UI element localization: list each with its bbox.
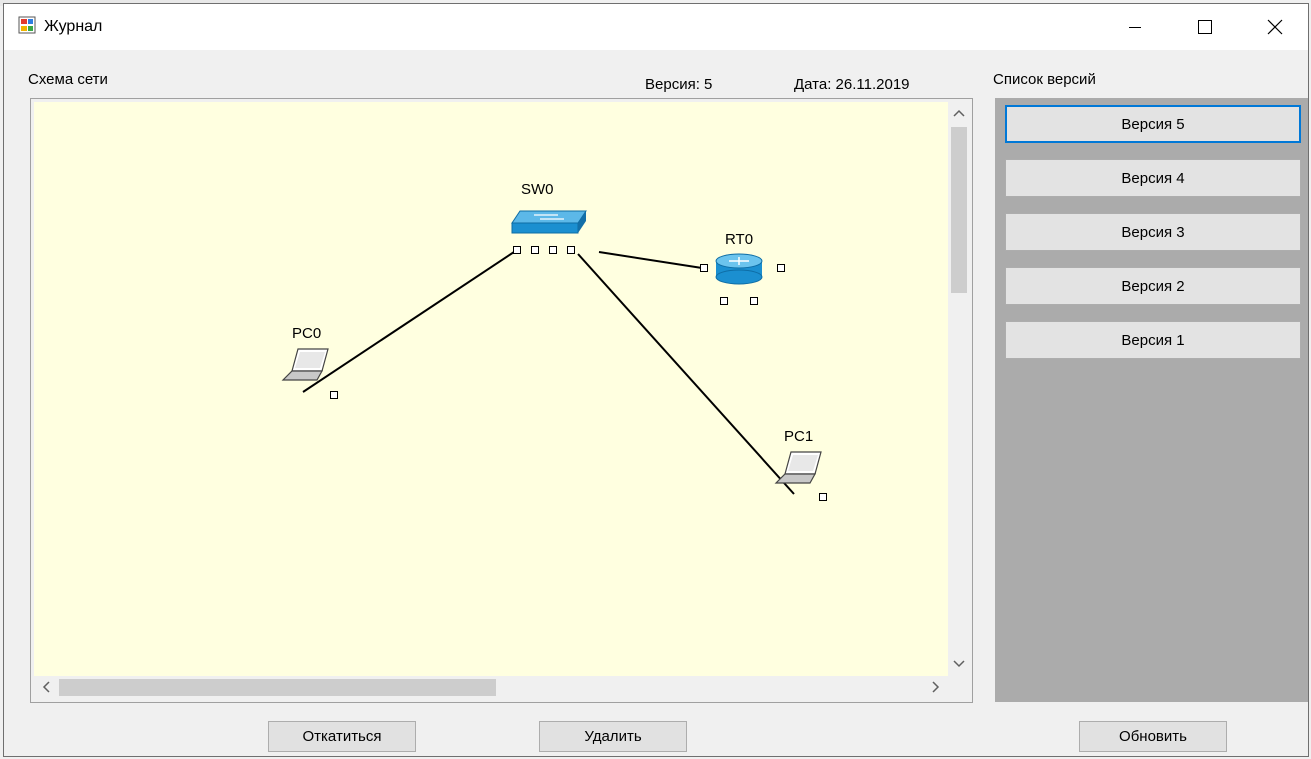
rt0-port-4[interactable] — [750, 297, 758, 305]
vertical-scroll-thumb[interactable] — [951, 127, 967, 293]
minimize-icon — [1129, 26, 1141, 28]
version-button-1[interactable]: Версия 1 — [1005, 321, 1301, 359]
app-icon — [18, 16, 36, 34]
maximize-button[interactable] — [1170, 4, 1240, 50]
pc0-label: PC0 — [292, 325, 322, 342]
chevron-down-icon[interactable] — [951, 655, 967, 671]
network-diagram-panel: SW0 RT0 PC0 PC1 — [30, 98, 973, 703]
refresh-button[interactable]: Обновить — [1079, 721, 1227, 752]
pc0-port[interactable] — [330, 391, 338, 399]
rollback-button[interactable]: Откатиться — [268, 721, 416, 752]
link-pc0-sw0 — [302, 251, 515, 393]
sw0-port-2[interactable] — [531, 246, 539, 254]
version-button-4[interactable]: Версия 4 — [1005, 159, 1301, 197]
pc1-port[interactable] — [819, 493, 827, 501]
rt0-label: RT0 — [725, 231, 754, 248]
laptop-icon[interactable] — [281, 346, 331, 384]
version-indicator: Версия: 5 — [645, 76, 713, 93]
router-icon[interactable] — [714, 252, 764, 286]
sw0-port-1[interactable] — [513, 246, 521, 254]
sw0-port-4[interactable] — [567, 246, 575, 254]
chevron-left-icon[interactable] — [39, 679, 55, 695]
laptop-icon[interactable] — [774, 449, 824, 487]
title-bar[interactable]: Журнал — [4, 4, 1308, 50]
sw0-label: SW0 — [521, 181, 554, 198]
pc1-label: PC1 — [784, 428, 814, 445]
maximize-icon — [1198, 20, 1212, 34]
link-sw0-rt0 — [598, 251, 703, 269]
version-list: Версия 5 Версия 4 Версия 3 Версия 2 Верс… — [995, 98, 1308, 702]
close-button[interactable] — [1240, 4, 1310, 50]
rt0-port-3[interactable] — [720, 297, 728, 305]
window-title: Журнал — [44, 18, 103, 35]
version-button-5[interactable]: Версия 5 — [1005, 105, 1301, 143]
horizontal-scroll-thumb[interactable] — [59, 679, 496, 696]
chevron-right-icon[interactable] — [927, 679, 943, 695]
horizontal-scrollbar[interactable] — [34, 676, 948, 697]
version-button-2[interactable]: Версия 2 — [1005, 267, 1301, 305]
link-sw0-pc1 — [577, 253, 795, 495]
minimize-button[interactable] — [1100, 4, 1170, 50]
vertical-scrollbar[interactable] — [948, 102, 969, 676]
close-icon — [1267, 19, 1283, 35]
date-indicator: Дата: 26.11.2019 — [794, 76, 910, 93]
link-layer — [302, 251, 795, 495]
switch-icon[interactable] — [508, 209, 588, 237]
diagram-canvas[interactable]: SW0 RT0 PC0 PC1 — [34, 102, 948, 676]
version-button-3[interactable]: Версия 3 — [1005, 213, 1301, 251]
chevron-up-icon[interactable] — [951, 106, 967, 122]
journal-window: Журнал Схема сети Версия: 5 Дата: 26.11.… — [3, 3, 1309, 757]
version-list-label: Список версий — [993, 71, 1096, 88]
rt0-port-1[interactable] — [700, 264, 708, 272]
rt0-port-2[interactable] — [777, 264, 785, 272]
sw0-port-3[interactable] — [549, 246, 557, 254]
network-scheme-label: Схема сети — [28, 71, 108, 88]
delete-button[interactable]: Удалить — [539, 721, 687, 752]
